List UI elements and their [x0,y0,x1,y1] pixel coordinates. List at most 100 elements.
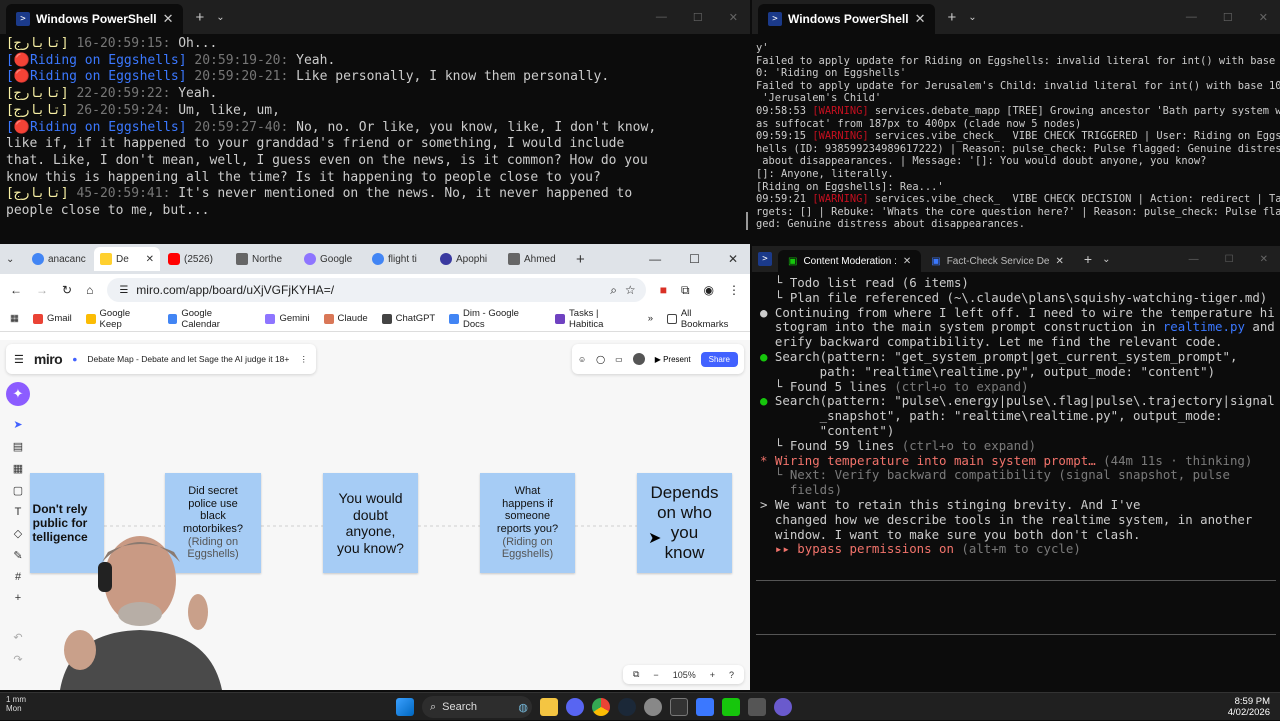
zoom-icon[interactable]: ⌕ [610,283,617,298]
tab-search-icon[interactable]: ⌄ [6,254,24,265]
maximize-icon[interactable]: ☐ [693,11,703,24]
zoom-out-icon[interactable]: − [653,670,658,680]
ps-right-tabbar: > Windows PowerShell ✕ + ⌄ — ☐ ✕ [752,0,1280,34]
chrome-tab-1[interactable]: De ✕ [94,247,160,271]
zoom-in-icon[interactable]: + [710,670,715,680]
ps-left-tab[interactable]: > Windows PowerShell ✕ [6,4,184,34]
line-segment: window. I want to make sure you both don… [760,526,1141,542]
fit-icon[interactable]: ⧉ [633,669,639,680]
minimize-icon[interactable]: — [656,11,667,24]
taskbar-search[interactable]: ⌕ Search ◍ [422,696,532,718]
terminal-line: └ Found 59 lines (ctrl+o to expand) [752,437,1280,454]
sticky-note[interactable]: Depends on who you know [637,473,732,573]
address-bar[interactable]: ☰ miro.com/app/board/uXjVGFjKYHA=/ ⌕ ☆ [107,278,646,302]
terminal-line: Failed to apply update for Riding on Egg… [752,55,1280,68]
home-icon[interactable]: ⌂ [86,283,93,297]
minimize-icon[interactable]: — [1189,254,1199,265]
chrome-tab-7[interactable]: Ahmed [502,247,568,271]
bookmark-6[interactable]: Dim - Google Docs [449,308,541,330]
close-icon[interactable]: ✕ [915,11,926,27]
zoom-level[interactable]: 105% [673,670,696,680]
terminal-line: [تابارج] 20:59:15-16: Oh... [0,36,750,53]
minimize-icon[interactable]: — [649,252,661,266]
reload-icon[interactable]: ↻ [62,283,72,297]
line-segment: (ctrl+o to expand) [901,437,1037,453]
close-window-icon[interactable]: ✕ [1259,11,1268,24]
chevron-down-icon[interactable]: ⌄ [1102,254,1110,265]
tab-content-moderation[interactable]: ▣ Content Moderation : ✕ [778,250,922,272]
app-icon[interactable] [774,698,792,716]
app-icon[interactable] [696,698,714,716]
line-segment: Yeah. [288,52,336,68]
chrome-icon[interactable] [592,698,610,716]
settings-icon[interactable] [644,698,662,716]
new-tab-icon[interactable]: + [1084,251,1092,267]
bookmark-0[interactable]: Gmail [32,313,72,324]
chrome-tab-0[interactable]: anacanc [26,247,92,271]
maximize-icon[interactable]: ☐ [1223,11,1233,24]
ps-right-output[interactable]: y' Failed to apply update for Riding on E… [752,34,1280,231]
all-bookmarks[interactable]: All Bookmarks [667,308,740,330]
bookmark-2[interactable]: Google Calendar [167,308,252,330]
tab-label: Ahmed [524,253,556,265]
chrome-tab-3[interactable]: Northe [230,247,296,271]
menu-icon[interactable]: ⋮ [728,283,740,297]
site-info-icon[interactable]: ☰ [119,285,128,296]
help-icon[interactable]: ? [729,670,734,680]
chrome-tab-2[interactable]: (2526) [162,247,228,271]
forward-icon[interactable]: → [36,283,48,297]
scrollbar[interactable] [746,212,748,230]
chevron-down-icon[interactable]: ⌄ [968,12,976,23]
chrome-tab-5[interactable]: flight ti [366,247,432,271]
mouse-cursor: ➤ [648,530,662,547]
bookmark-4[interactable]: Claude [323,313,368,324]
new-tab-icon[interactable]: + [947,9,956,26]
close-icon[interactable]: ✕ [1056,256,1064,267]
app-icon[interactable] [722,698,740,716]
close-icon[interactable]: ✕ [163,11,174,27]
terminal-icon[interactable] [670,698,688,716]
new-tab-icon[interactable]: + [195,9,204,26]
file-explorer-icon[interactable] [540,698,558,716]
close-window-icon[interactable]: ✕ [728,252,738,266]
line-segment: []: Anyone, literally. [756,167,894,180]
system-clock[interactable]: 8:59 PM 4/02/2026 [1228,696,1270,718]
tab-fact-check[interactable]: ▣ Fact-Check Service De ✕ [921,250,1074,272]
ps-left-output[interactable]: [تابارج] 20:59:15-16: Oh... [🔴Riding on E… [0,34,750,220]
close-icon[interactable]: ✕ [903,256,911,267]
bookmark-star-icon[interactable]: ☆ [625,283,646,297]
close-window-icon[interactable]: ✕ [1260,254,1268,265]
steam-icon[interactable] [618,698,636,716]
sticky-note[interactable]: You would doubt anyone, you know? [323,473,418,573]
line-segment: 20:59:41-45: [68,186,171,202]
chrome-tab-4[interactable]: Google [298,247,364,271]
extensions-icon[interactable]: ⧉ [681,283,690,298]
terminal-line: └ Plan file referenced (~\.claude\plans\… [752,290,1280,306]
discord-icon[interactable] [566,698,584,716]
new-tab-icon[interactable]: + [576,251,585,268]
chevron-down-icon[interactable]: ⌄ [216,12,224,23]
bookmark-7[interactable]: Tasks | Habitica [555,308,633,330]
claude-output[interactable]: └ Todo list read (6 items) └ Plan file r… [752,272,1280,557]
apps-icon[interactable]: ▦ [10,313,19,324]
close-icon[interactable]: ✕ [146,254,154,265]
bookmark-3[interactable]: Gemini [265,313,310,324]
claude-code-terminal: > ▣ Content Moderation : ✕ ▣ Fact-Check … [752,246,1280,692]
ps-right-tab[interactable]: > Windows PowerShell ✕ [758,4,936,34]
windows-start-icon[interactable] [396,698,414,716]
minimize-icon[interactable]: — [1186,11,1197,24]
chrome-tab-6[interactable]: Apophi [434,247,500,271]
maximize-icon[interactable]: ☐ [1225,254,1234,265]
app-icon[interactable] [748,698,766,716]
profile-icon[interactable]: ◉ [704,283,714,297]
maximize-icon[interactable]: ☐ [689,252,700,266]
sticky-note[interactable]: What happens if someone reports you? (Ri… [480,473,575,573]
close-window-icon[interactable]: ✕ [729,11,738,24]
notification-thumb[interactable]: 1 mm Mon [6,695,26,713]
extension-icon[interactable]: ■ [660,283,667,297]
back-icon[interactable]: ← [10,283,22,297]
more-bookmarks-icon[interactable]: » [648,313,653,324]
terminal-line: [تابارج] 20:59:24-26: Um, like, um, [0,103,750,120]
bookmark-5[interactable]: ChatGPT [381,313,435,324]
bookmark-1[interactable]: Google Keep [85,308,154,330]
